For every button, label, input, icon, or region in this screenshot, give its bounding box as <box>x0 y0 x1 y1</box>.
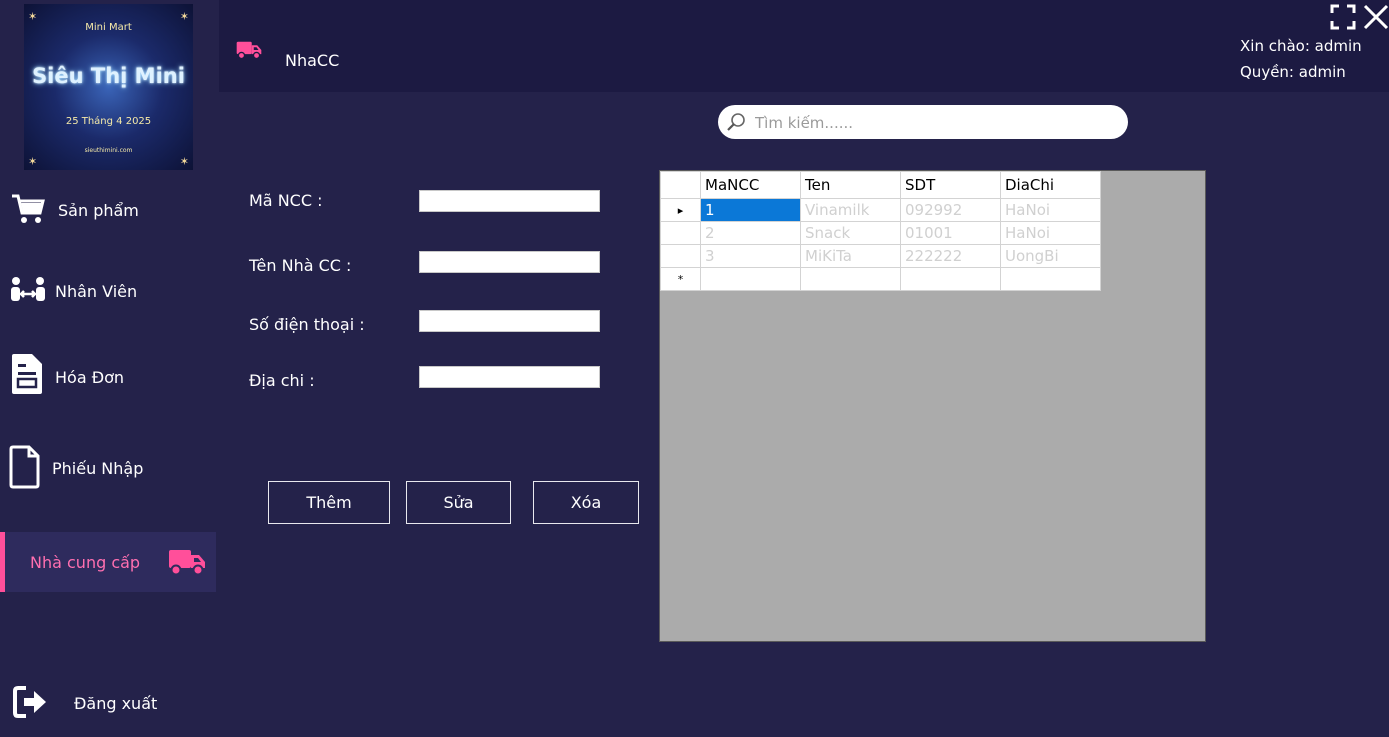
search-box[interactable] <box>718 105 1128 139</box>
header-bar: NhaCC Xin chào: admin Quyền: admin <box>219 0 1389 92</box>
close-icon[interactable] <box>1363 4 1389 30</box>
new-row-marker: * <box>660 267 701 291</box>
invoice-icon <box>12 354 42 394</box>
sidebar-item-label: Đăng xuất <box>74 693 158 713</box>
table-cell[interactable]: HaNoi <box>1000 221 1101 245</box>
logo-site-text: sieuthimini.com <box>84 147 133 154</box>
logo-date-text: 25 Tháng 4 2025 <box>65 116 152 127</box>
logout-icon <box>13 686 46 718</box>
table-cell[interactable]: Vinamilk <box>800 198 901 222</box>
truck-icon <box>169 550 205 576</box>
ten-nha-cc-field[interactable] <box>419 251 600 273</box>
table-header-row: MaNCC Ten SDT DiaChi <box>660 171 1101 199</box>
truck-icon <box>236 41 262 60</box>
sparkle-icon: ✶ <box>179 155 189 168</box>
table-row[interactable]: 3 MiKiTa 222222 UongBi <box>660 244 1101 268</box>
sidebar-item-label: Sản phẩm <box>58 200 139 220</box>
ma-ncc-field[interactable] <box>419 190 600 212</box>
table-cell[interactable]: 01001 <box>900 221 1001 245</box>
logo-top-text: Mini Mart <box>85 22 132 33</box>
table-cell[interactable]: 1 <box>700 198 801 222</box>
row-header <box>660 221 701 245</box>
table-cell[interactable] <box>900 267 1001 291</box>
sidebar-item-phieu-nhap[interactable]: Phiếu Nhập <box>0 439 216 497</box>
cart-icon <box>12 194 45 223</box>
dia-chi-field[interactable] <box>419 366 600 388</box>
ma-ncc-label: Mã NCC : <box>249 191 323 210</box>
delete-button[interactable]: Xóa <box>533 481 639 524</box>
supplier-table: MaNCC Ten SDT DiaChi ▸ 1 Vinamilk 092992… <box>660 171 1101 291</box>
table-cell[interactable]: 2 <box>700 221 801 245</box>
new-row[interactable]: * <box>660 267 1101 291</box>
logo-main-text: Siêu Thị Mini <box>32 64 185 88</box>
sidebar-item-nha-cung-cap[interactable]: Nhà cung cấp <box>0 532 216 592</box>
logo: ✶ ✶ ✶ ✶ Mini Mart Siêu Thị Mini 25 Tháng… <box>24 4 193 170</box>
table-cell[interactable] <box>1000 267 1101 291</box>
table-cell[interactable] <box>800 267 901 291</box>
logout-button[interactable]: Đăng xuất <box>0 674 216 732</box>
page-title: NhaCC <box>285 51 340 70</box>
sidebar-item-label: Nhân Viên <box>55 281 138 301</box>
row-header <box>660 244 701 268</box>
table-cell[interactable]: 092992 <box>900 198 1001 222</box>
people-transfer-icon <box>11 277 45 301</box>
column-header[interactable]: SDT <box>900 171 1001 199</box>
sidebar: ✶ ✶ ✶ ✶ Mini Mart Siêu Thị Mini 25 Tháng… <box>0 0 219 737</box>
current-row-marker: ▸ <box>660 198 701 222</box>
column-header[interactable]: DiaChi <box>1000 171 1101 199</box>
table-cell[interactable]: 3 <box>700 244 801 268</box>
table-cell[interactable]: Snack <box>800 221 901 245</box>
maximize-icon[interactable] <box>1330 4 1356 30</box>
table-row[interactable]: 2 Snack 01001 HaNoi <box>660 221 1101 245</box>
sidebar-item-san-pham[interactable]: Sản phẩm <box>0 181 216 239</box>
dia-chi-label: Địa chi : <box>249 371 315 390</box>
active-indicator <box>0 532 5 592</box>
document-icon <box>9 445 40 489</box>
table-cell[interactable]: UongBi <box>1000 244 1101 268</box>
add-button[interactable]: Thêm <box>268 481 390 524</box>
row-header-corner <box>660 171 701 199</box>
column-header[interactable]: MaNCC <box>700 171 801 199</box>
edit-button[interactable]: Sửa <box>406 481 511 524</box>
table-cell[interactable] <box>700 267 801 291</box>
sidebar-item-hoa-don[interactable]: Hóa Đơn <box>0 348 216 406</box>
search-icon <box>727 113 745 131</box>
sidebar-item-label: Hóa Đơn <box>55 367 125 387</box>
greeting-text: Xin chào: admin <box>1240 37 1362 55</box>
so-dien-thoai-field[interactable] <box>419 310 600 332</box>
sidebar-item-nhan-vien[interactable]: Nhân Viên <box>0 262 216 320</box>
table-cell[interactable]: 222222 <box>900 244 1001 268</box>
table-row[interactable]: ▸ 1 Vinamilk 092992 HaNoi <box>660 198 1101 222</box>
search-input[interactable] <box>753 111 1117 135</box>
sparkle-icon: ✶ <box>28 155 38 168</box>
ten-nha-cc-label: Tên Nhà CC : <box>249 256 352 275</box>
column-header[interactable]: Ten <box>800 171 901 199</box>
role-text: Quyền: admin <box>1240 63 1346 81</box>
so-dien-thoai-label: Số điện thoại : <box>249 315 365 334</box>
supplier-grid[interactable]: MaNCC Ten SDT DiaChi ▸ 1 Vinamilk 092992… <box>659 170 1206 642</box>
table-cell[interactable]: HaNoi <box>1000 198 1101 222</box>
sidebar-item-label: Nhà cung cấp <box>30 552 141 572</box>
sidebar-item-label: Phiếu Nhập <box>52 458 144 478</box>
table-cell[interactable]: MiKiTa <box>800 244 901 268</box>
